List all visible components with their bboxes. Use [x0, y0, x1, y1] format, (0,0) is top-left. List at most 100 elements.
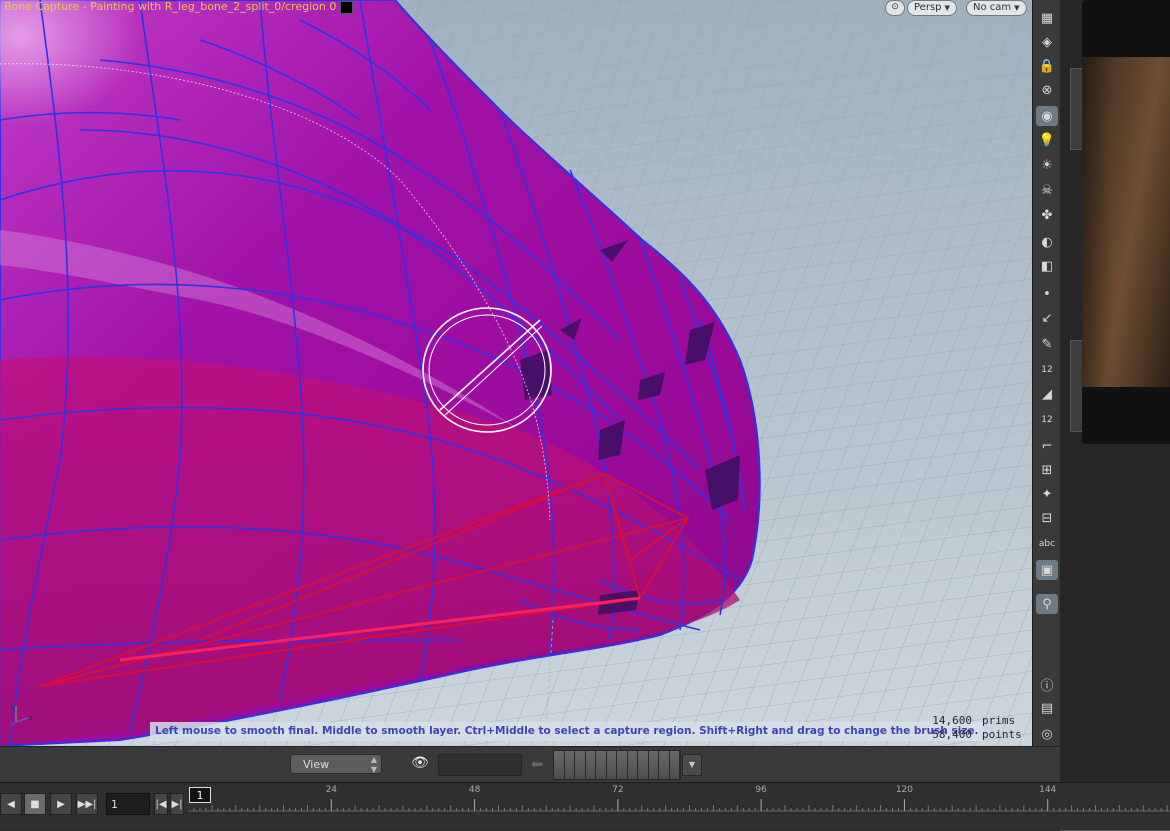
tool-hint: Left mouse to smooth final. Middle to sm… [150, 722, 984, 741]
handle-glyph: ✦ [1041, 486, 1053, 502]
pen-icon[interactable]: ✎ [1036, 334, 1058, 354]
background-glyph: ▣ [1040, 562, 1054, 578]
lock-icon[interactable]: 🔒 [1036, 56, 1058, 76]
geometry-stats: 14,600 prims 58,400 points [928, 714, 1026, 742]
points-count: 58,400 [932, 728, 972, 741]
chevron-down-icon: ▼ [1014, 4, 1020, 12]
arrow-left-icon[interactable]: ⬅ [526, 754, 548, 774]
snap-icon[interactable]: ⊗ [1036, 80, 1058, 100]
play-button[interactable]: ▶ [50, 793, 72, 815]
timeline-tick-label: 48 [468, 785, 481, 795]
prim-numbers-icon[interactable]: 12 [1036, 410, 1058, 430]
camera-view-glyph: ◎ [1041, 726, 1053, 742]
nodes-icon[interactable]: ✤ [1036, 205, 1058, 225]
step-back-button[interactable]: |◀ [154, 793, 168, 815]
ghost-glyph: ◉ [1041, 108, 1053, 124]
point-numbers-icon[interactable]: 12 [1036, 360, 1058, 380]
skull-icon[interactable]: ☠ [1036, 180, 1058, 200]
layers-glyph: ▤ [1040, 700, 1054, 716]
info-glyph: ⓘ [1040, 678, 1054, 694]
timeline-tick-label: 120 [895, 785, 914, 795]
timeline-tick-label: 72 [612, 785, 624, 795]
grid-snap-icon[interactable]: ⊞ [1036, 460, 1058, 480]
eye-icon[interactable]: 👁 [410, 755, 430, 773]
up-down-icon: ▲ ▼ [370, 755, 377, 774]
prims-label: prims [982, 714, 1016, 727]
axis-z-label: z [29, 713, 33, 722]
scene-viewport[interactable]: Bone Capture - Painting with R_leg_bone_… [0, 0, 1032, 746]
frame-cursor[interactable]: 1 [189, 787, 211, 803]
skull-glyph: ☠ [1041, 182, 1053, 198]
camera-lock-icon[interactable]: ⊙ [885, 0, 905, 16]
viewport-toolbar: View ▲ ▼ 👁 ⬅ ▼ [0, 746, 1060, 783]
layers-icon[interactable]: ▤ [1036, 698, 1058, 718]
playbar: ◀ ■ ▶ ▶▶| 1 |◀ ▶| 24 48 72 96 120 144 1 [0, 782, 1170, 830]
pin-icon[interactable]: ⚲ [1036, 594, 1058, 614]
point-glyph: • [1043, 286, 1051, 302]
snap-glyph: ⊗ [1041, 82, 1053, 98]
jump-end-button[interactable]: ▶▶| [76, 793, 98, 815]
prim-glyph: ◢ [1042, 386, 1052, 402]
pin-glyph: ⚲ [1042, 596, 1052, 612]
edge-icon[interactable]: ↙ [1036, 308, 1058, 328]
camera-mode-menu[interactable]: Persp ▼ [907, 0, 957, 16]
text-glyph: abc [1038, 539, 1056, 549]
nodes-glyph: ✤ [1041, 207, 1053, 223]
frame-strip[interactable] [553, 750, 681, 780]
text-label[interactable]: abc [1036, 534, 1058, 554]
prims-count: 14,600 [932, 714, 972, 727]
axis-y-label: y [11, 703, 16, 712]
info-icon[interactable]: ⓘ [1036, 674, 1058, 694]
pen-glyph: ✎ [1041, 336, 1053, 352]
prim-numbers-glyph: 12 [1041, 415, 1053, 425]
region-color-swatch[interactable] [340, 0, 354, 14]
background-icon[interactable]: ▣ [1036, 560, 1058, 580]
view-display-glyph: ▦ [1040, 10, 1054, 26]
light-icon[interactable]: 💡 [1036, 130, 1058, 150]
camera-label: No cam [973, 2, 1012, 13]
render-glyph: ◈ [1042, 34, 1052, 50]
light-add-glyph: ☀ [1041, 157, 1053, 173]
eye-toggle-icon[interactable]: ◐ [1036, 232, 1058, 252]
play-reverse-button[interactable]: ◀ [0, 793, 22, 815]
wire-icon[interactable]: ⊟ [1036, 508, 1058, 528]
point-icon[interactable]: • [1036, 284, 1058, 304]
ghost-icon[interactable]: ◉ [1036, 106, 1058, 126]
step-forward-button[interactable]: ▶| [170, 793, 184, 815]
chevron-down-icon[interactable]: ▼ [682, 754, 702, 776]
selection-glyph: ◧ [1040, 258, 1054, 274]
axis-gizmo: y z [9, 703, 33, 727]
prim-icon[interactable]: ◢ [1036, 384, 1058, 404]
current-frame-input[interactable]: 1 [106, 793, 150, 815]
point-numbers-glyph: 12 [1041, 365, 1053, 375]
camera-view-icon[interactable]: ◎ [1036, 724, 1058, 744]
corner-icon[interactable]: ⌐ [1036, 436, 1058, 456]
lock-glyph: 🔒 [1038, 58, 1056, 74]
view-select[interactable]: View ▲ ▼ [290, 754, 382, 774]
chevron-down-icon: ▼ [944, 4, 950, 12]
points-label: points [982, 728, 1022, 741]
timeline-tick-label: 96 [755, 785, 767, 795]
view-display-icon[interactable]: ▦ [1036, 8, 1058, 28]
light-add-icon[interactable]: ☀ [1036, 155, 1058, 175]
stop-button[interactable]: ■ [24, 793, 46, 815]
viewport-title-text: Bone Capture - Painting with R_leg_bone_… [4, 0, 337, 13]
eye-toggle-glyph: ◐ [1041, 234, 1053, 250]
handle-icon[interactable]: ✦ [1036, 484, 1058, 504]
render-icon[interactable]: ◈ [1036, 32, 1058, 52]
corner-glyph: ⌐ [1041, 438, 1053, 454]
light-glyph: 💡 [1038, 132, 1056, 148]
viewport-title: Bone Capture - Painting with R_leg_bone_… [4, 0, 354, 14]
camera-menu[interactable]: No cam ▼ [966, 0, 1027, 16]
timeline-tick-label: 24 [325, 785, 338, 795]
layer-field[interactable] [438, 754, 522, 776]
selection-icon[interactable]: ◧ [1036, 256, 1058, 276]
view-select-label: View [303, 758, 330, 771]
camera-mode-label: Persp [914, 2, 942, 13]
edge-glyph: ↙ [1041, 310, 1053, 326]
reference-image-panel [1082, 0, 1170, 444]
timeline-tick-label: 144 [1039, 785, 1057, 795]
display-options-shelf: ▦ ◈ 🔒 ⊗ ◉ 💡 ☀ ☠ ✤ ◐ ◧ • ↙ ✎ 12 ◢ 12 ⌐ ⊞ ✦ ⊟ abc ▣ ⚲ ⓘ ▤ ◎ [1032, 0, 1061, 746]
viewport-canvas[interactable] [0, 0, 1032, 746]
wire-glyph: ⊟ [1041, 510, 1053, 526]
